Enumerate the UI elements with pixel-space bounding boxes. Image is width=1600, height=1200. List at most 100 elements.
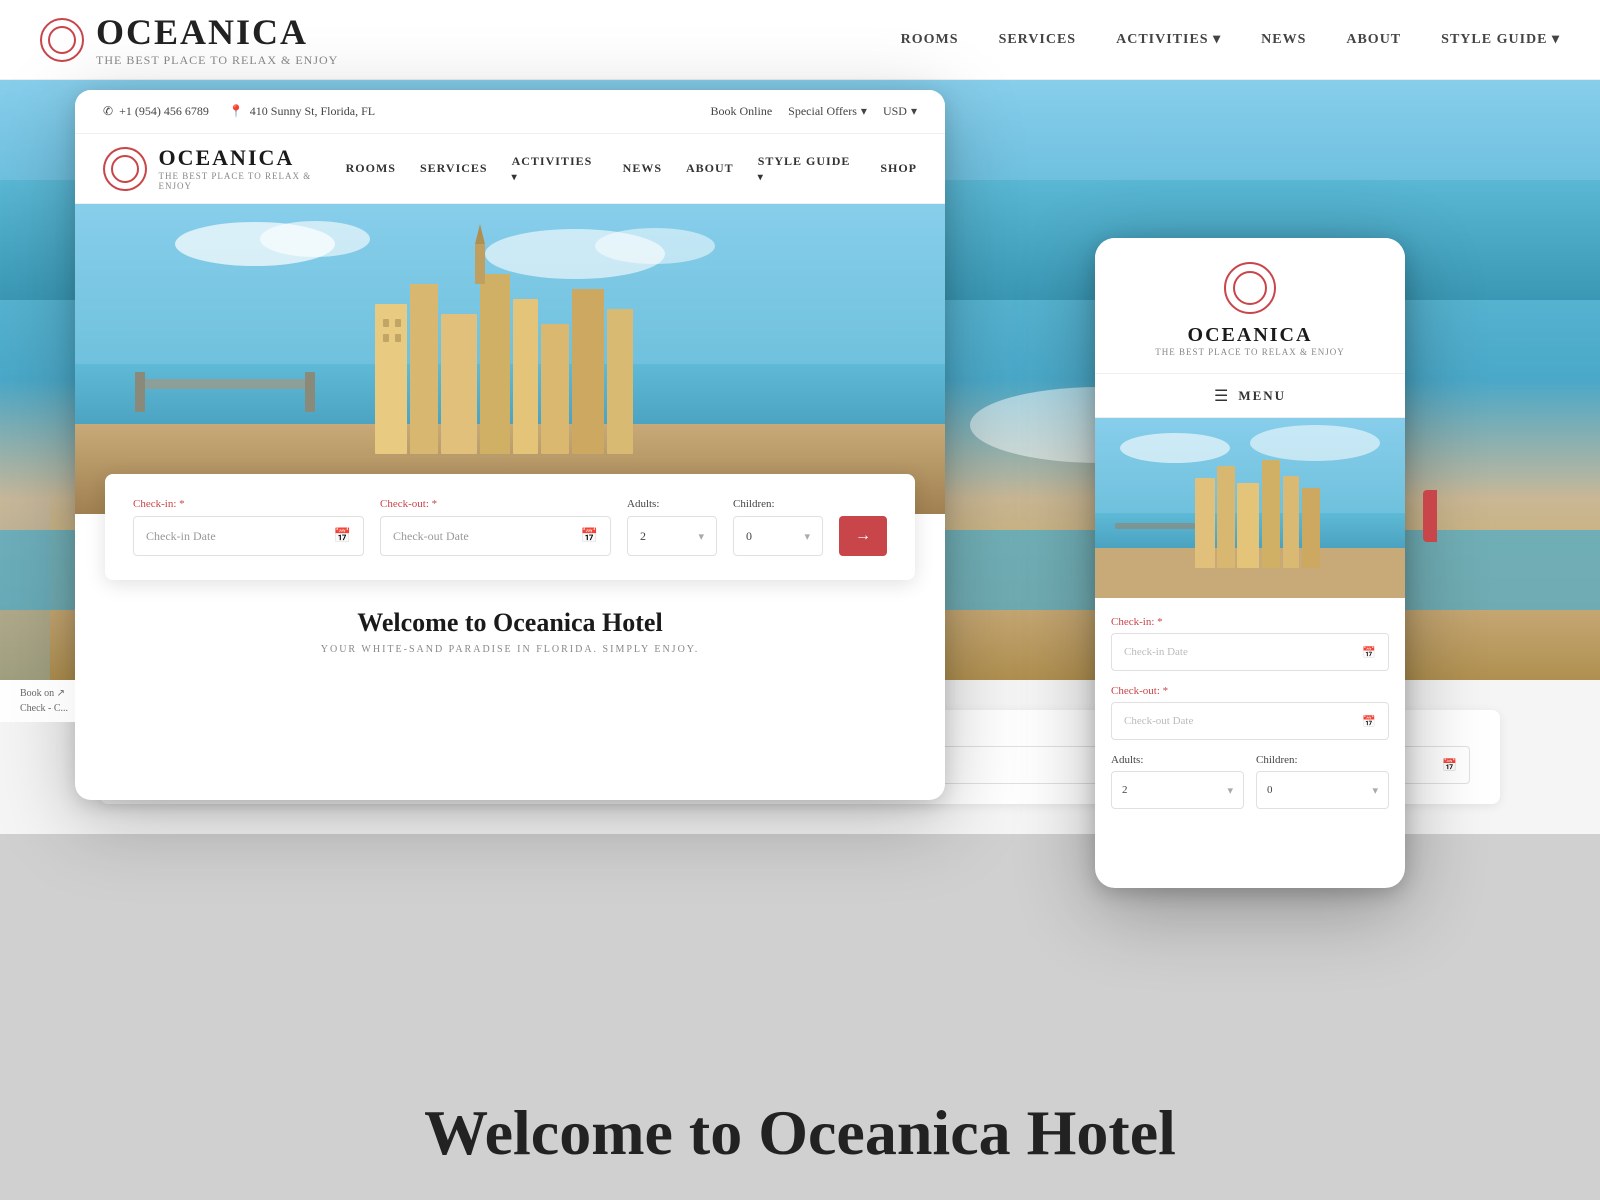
mobile-checkin-calendar-icon: 📅 [1362, 646, 1376, 659]
welcome-title: Welcome to Oceanica Hotel [103, 608, 917, 638]
bg-nav-activities: AcTivITIES ▾ [1116, 31, 1221, 48]
mobile-mockup: OCEANICA THE BEST PLACE TO RELAX & ENJOY… [1095, 238, 1405, 888]
adults-select[interactable]: 2 ▾ [627, 516, 717, 556]
mobile-guests-row: Adults: 2 ▾ Children: 0 ▾ [1111, 754, 1389, 809]
nav-shop[interactable]: SHOP [880, 161, 917, 176]
desktop-logo: OCEANICA THE BEST PLACE TO RELAX & ENJOY [103, 146, 346, 190]
desktop-booking-form: Check-in: * Check-in Date 📅 Check-out: *… [105, 474, 915, 580]
brand-name: OCEANICA [159, 146, 346, 170]
hamburger-icon: ☰ [1214, 386, 1228, 406]
mobile-adults-value: 2 [1122, 784, 1128, 796]
nav-activities[interactable]: ACTIVITIES [512, 154, 599, 184]
brand-tagline: THE BEST PLACE TO RELAX & ENJOY [159, 171, 346, 191]
mobile-menu-bar: ☰ MENU [1095, 374, 1405, 418]
special-offers-label: Special Offers [788, 104, 857, 119]
bg-logo-icon [40, 18, 84, 62]
mobile-booking-form: Check-in: * Check-in Date 📅 Check-out: *… [1095, 598, 1405, 827]
mobile-brand-name: OCEANICA [1115, 324, 1385, 347]
mobile-checkout-input[interactable]: Check-out Date 📅 [1111, 702, 1389, 740]
mobile-checkout-calendar-icon: 📅 [1362, 715, 1376, 728]
adults-field: Adults: 2 ▾ [627, 498, 717, 556]
mobile-checkin-placeholder: Check-in Date [1124, 646, 1188, 658]
children-value: 0 [746, 529, 752, 544]
page-bottom-title: Welcome to Oceanica Hotel [0, 1096, 1600, 1170]
mobile-menu-label[interactable]: MENU [1238, 388, 1286, 404]
adults-label: Adults: [627, 498, 717, 510]
checkin-label: Check-in: * [133, 498, 364, 510]
children-chevron: ▾ [804, 530, 810, 543]
bg-nav-bar: OCEANICA THE BEST PLACE TO RELAX & ENJOY… [0, 0, 1600, 80]
checkout-label: Check-out: * [380, 498, 611, 510]
nav-rooms[interactable]: ROOMS [346, 161, 396, 176]
checkin-calendar-icon: 📅 [334, 528, 351, 545]
mobile-logo-inner-circle [1233, 271, 1267, 305]
phone-contact: ✆ +1 (954) 456 6789 [103, 104, 209, 119]
address-contact: 📍 410 Sunny St, Florida, FL [229, 104, 375, 119]
desktop-search-btn-visible[interactable] [1423, 490, 1437, 542]
checkout-field: Check-out: * Check-out Date 📅 [380, 498, 611, 556]
checkin-input[interactable]: Check-in Date 📅 [133, 516, 364, 556]
nav-services[interactable]: SERVICES [420, 161, 488, 176]
mobile-children-select[interactable]: 0 ▾ [1256, 771, 1389, 809]
mobile-children-value: 0 [1267, 784, 1273, 796]
mobile-checkin-required: * [1157, 616, 1163, 628]
bg-left-overlay: Book on ↗ Check - C... [0, 680, 88, 722]
adults-value: 2 [640, 529, 646, 544]
logo-inner-circle [111, 155, 139, 183]
mobile-adults-label: Adults: [1111, 754, 1244, 766]
nav-news[interactable]: NEWS [623, 161, 662, 176]
bg-nav-style: STYLE GUIDE ▾ [1441, 31, 1560, 48]
mobile-children-chevron: ▾ [1372, 784, 1378, 797]
special-offers-dropdown[interactable]: Special Offers ▾ [788, 104, 867, 119]
search-button[interactable]: → [839, 516, 887, 556]
checkout-input[interactable]: Check-out Date 📅 [380, 516, 611, 556]
mobile-hero-svg [1095, 418, 1405, 598]
checkout-required: * [432, 498, 438, 510]
page-bottom-section: Welcome to Oceanica Hotel [0, 1096, 1600, 1170]
adults-chevron: ▾ [698, 530, 704, 543]
desktop-mockup: ✆ +1 (954) 456 6789 📍 410 Sunny St, Flor… [75, 90, 945, 800]
children-select[interactable]: 0 ▾ [733, 516, 823, 556]
bg-nav-links: ROOMS SERVICES AcTivITIES ▾ NEWS ABOUT S… [901, 31, 1560, 48]
checkin-placeholder: Check-in Date [146, 529, 216, 544]
children-label: Children: [733, 498, 823, 510]
bg-brand-name: OCEANICA [96, 11, 338, 53]
desktop-hero-image [75, 204, 945, 514]
mobile-checkout-required: * [1163, 685, 1169, 697]
bg-nav-rooms: ROOMS [901, 32, 959, 48]
mobile-adults-select[interactable]: 2 ▾ [1111, 771, 1244, 809]
nav-style-guide[interactable]: STYLE GUIDE [758, 154, 857, 184]
currency-dropdown[interactable]: USD ▾ [883, 104, 917, 119]
bg-nav-about: ABOUT [1346, 32, 1401, 48]
mobile-adults-field: Adults: 2 ▾ [1111, 754, 1244, 809]
currency-label: USD [883, 104, 907, 119]
mobile-checkin-input[interactable]: Check-in Date 📅 [1111, 633, 1389, 671]
desktop-hero-svg [75, 204, 945, 514]
bg-logo: OCEANICA THE BEST PLACE TO RELAX & ENJOY [40, 11, 338, 68]
checkout-placeholder: Check-out Date [393, 529, 469, 544]
logo-text: OCEANICA THE BEST PLACE TO RELAX & ENJOY [159, 146, 346, 190]
mobile-checkin-label: Check-in: * [1111, 616, 1389, 628]
phone-number: +1 (954) 456 6789 [119, 104, 209, 119]
mobile-children-label: Children: [1256, 754, 1389, 766]
welcome-subtitle: YOUR WHITE-SAND PARADISE IN FLORIDA. SIM… [103, 644, 917, 655]
children-field: Children: 0 ▾ [733, 498, 823, 556]
mobile-adults-chevron: ▾ [1227, 784, 1233, 797]
mobile-children-field: Children: 0 ▾ [1256, 754, 1389, 809]
bg-brand-tagline: THE BEST PLACE TO RELAX & ENJOY [96, 53, 338, 68]
currency-chevron: ▾ [911, 104, 917, 119]
location-icon: 📍 [229, 104, 244, 119]
desktop-welcome-section: Welcome to Oceanica Hotel YOUR WHITE-SAN… [75, 580, 945, 683]
special-offers-chevron: ▾ [861, 104, 867, 119]
address-text: 410 Sunny St, Florida, FL [250, 104, 375, 119]
checkin-required: * [179, 498, 185, 510]
book-online-link[interactable]: Book Online [710, 104, 772, 119]
mobile-logo-icon [1224, 262, 1276, 314]
checkout-calendar-icon: 📅 [581, 528, 598, 545]
desktop-topbar: ✆ +1 (954) 456 6789 📍 410 Sunny St, Flor… [75, 90, 945, 134]
mobile-checkout-label: Check-out: * [1111, 685, 1389, 697]
mobile-header: OCEANICA THE BEST PLACE TO RELAX & ENJOY [1095, 238, 1405, 374]
mobile-brand-tagline: THE BEST PLACE TO RELAX & ENJOY [1115, 347, 1385, 357]
nav-about[interactable]: ABOUT [686, 161, 734, 176]
search-arrow-icon: → [855, 527, 871, 545]
